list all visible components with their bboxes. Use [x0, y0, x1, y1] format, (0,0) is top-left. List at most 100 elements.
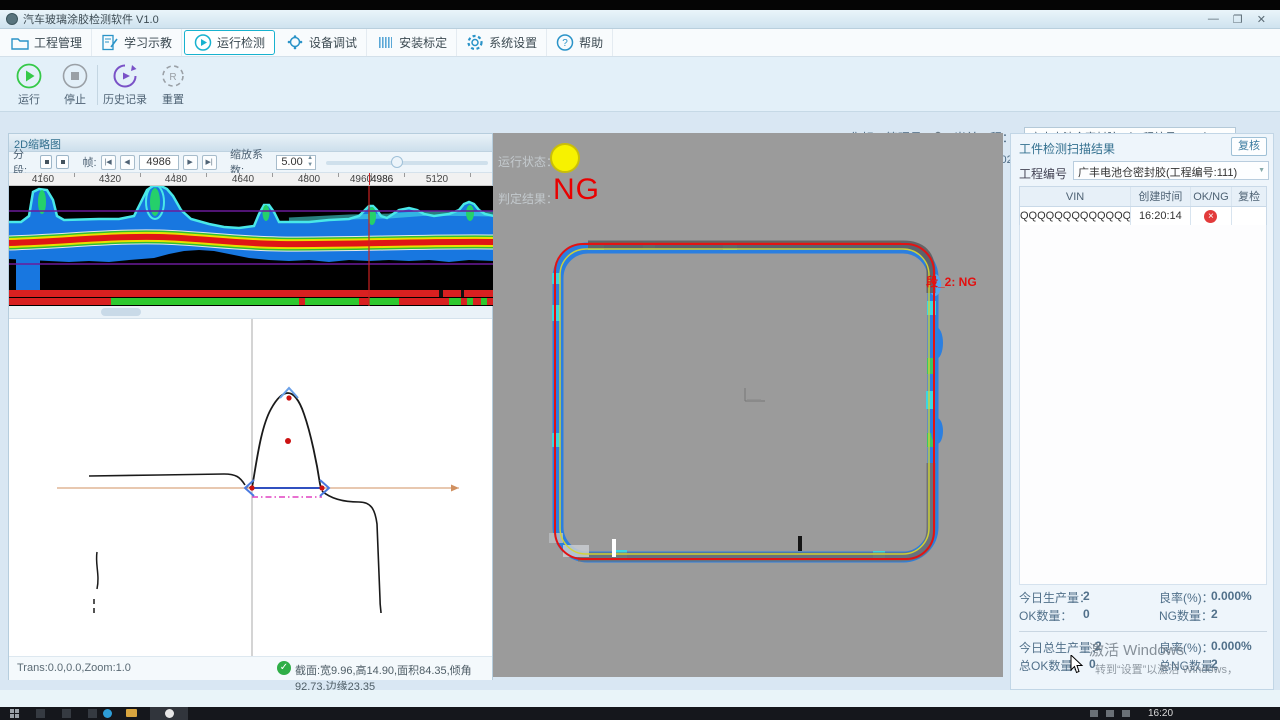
total-yield-value: 0.000%	[1211, 639, 1252, 653]
screen-top-strip	[0, 0, 1280, 10]
browser-icon[interactable]	[103, 709, 112, 718]
activate-windows-watermark-sub: 转到“设置”以激活 Windows，	[1095, 661, 1238, 677]
ruler-tick: 4480	[165, 174, 187, 185]
segment-prev-button[interactable]	[40, 155, 53, 169]
segment-result-tag: 段_2: NG	[926, 273, 977, 290]
heatmap-graphic	[9, 186, 494, 306]
frame-last-icon[interactable]: ▶|	[202, 155, 217, 170]
frame-number-input[interactable]	[139, 155, 179, 170]
project-no-value: 广丰电池仓密封胶(工程编号:111)	[1078, 167, 1237, 179]
frame-first-icon[interactable]: |◀	[101, 155, 116, 170]
reset-button[interactable]: R 重置	[150, 63, 196, 107]
col-header-time: 创建时间	[1131, 187, 1191, 206]
tray-icon[interactable]	[1090, 710, 1098, 717]
active-app-button[interactable]	[150, 707, 188, 720]
zoom-factor-spinner[interactable]: 5.00 ▲▼	[276, 155, 316, 170]
glue-trace-graphic	[493, 133, 1003, 677]
tab-label: 安装标定	[399, 34, 447, 51]
ruler-cursor-line	[369, 173, 370, 186]
review-button[interactable]: 复核	[1231, 137, 1267, 156]
tab-install-calibration[interactable]: 安装标定	[367, 29, 457, 56]
tab-label: 帮助	[579, 34, 603, 51]
taskbar-app-icon[interactable]	[36, 709, 45, 718]
tab-label: 系统设置	[489, 34, 537, 51]
zoom-factor-value: 5.00	[277, 156, 305, 168]
run-play-icon	[16, 63, 42, 89]
ok-count-value: 0	[1083, 607, 1090, 621]
frame-label: 帧:	[83, 154, 97, 170]
teach-document-icon	[101, 34, 119, 51]
today-yield-value: 0.000%	[1211, 589, 1252, 603]
run-monitor-panel[interactable]: 运行状态： 判定结果： NG 段_2: NG	[493, 133, 1003, 677]
slider-track[interactable]	[326, 161, 488, 165]
tab-teaching[interactable]: 学习示教	[92, 29, 182, 56]
run-button[interactable]: 运行	[6, 63, 52, 107]
tab-system-settings[interactable]: 系统设置	[457, 29, 547, 56]
profile-statusbar: Trans:0.0,0.0,Zoom:1.0 ✓ 截面:宽9.96,高14.90…	[9, 656, 492, 680]
activate-windows-watermark: 激活 Windows	[1089, 639, 1184, 660]
ruler-cursor-value: 4986	[371, 174, 393, 185]
check-icon: ✓	[277, 661, 291, 675]
window-titlebar: 汽车玻璃涂胶检测软件 V1.0 — ❐ ✕	[0, 10, 1280, 29]
ok-count-label: OK数量：	[1019, 607, 1072, 624]
zoom-slider[interactable]	[326, 155, 488, 169]
ng-count-value: 2	[1211, 607, 1218, 621]
tab-label: 工程管理	[34, 34, 82, 51]
history-icon	[112, 63, 138, 89]
ribbon-tabs: 工程管理 学习示教 运行检测 设备调试 安装标定 系统设置 ? 帮助	[0, 29, 1280, 57]
restore-icon[interactable]: ❐	[1233, 13, 1243, 26]
mouse-cursor	[1070, 655, 1084, 675]
ruler-tick: 4160	[32, 174, 54, 185]
action-toolbar: 运行 停止 历史记录 R 重置 你好，管理员 当前工程： 涂胶轨迹: 自动, 标…	[0, 57, 1280, 112]
table-row[interactable]: QQQQQQQQQQQQQ... 16:20:14 ×	[1020, 207, 1266, 226]
cell-review	[1232, 207, 1266, 225]
hscrollbar-thumb[interactable]	[101, 308, 141, 316]
tab-label: 学习示教	[124, 34, 172, 51]
explorer-folder-icon[interactable]	[126, 709, 137, 717]
frame-next-icon[interactable]: ▶	[183, 155, 198, 170]
cell-vin: QQQQQQQQQQQQQ...	[1020, 207, 1131, 225]
taskbar-app-icon[interactable]	[62, 709, 71, 718]
svg-text:?: ?	[562, 38, 568, 49]
col-header-vin: VIN	[1020, 187, 1131, 206]
reset-icon: R	[160, 63, 186, 89]
thumbnail-panel: 2D缩略图 分段: 帧: |◀ ◀ ▶ ▶| 缩放系数: 5.00 ▲▼ 416…	[8, 133, 493, 680]
tab-device-debug[interactable]: 设备调试	[277, 29, 367, 56]
stats-divider	[1019, 631, 1267, 632]
taskbar-clock[interactable]: 16:20	[1148, 708, 1173, 719]
table-empty-area	[1019, 225, 1267, 585]
frame-prev-icon[interactable]: ◀	[120, 155, 135, 170]
heatmap-hscrollbar[interactable]	[9, 306, 492, 319]
tab-help[interactable]: ? 帮助	[547, 29, 613, 56]
close-icon[interactable]: ✕	[1257, 13, 1266, 26]
minimize-icon[interactable]: —	[1208, 13, 1219, 26]
stop-button[interactable]: 停止	[52, 63, 98, 107]
today-yield-label: 良率(%)：	[1159, 589, 1214, 606]
start-button[interactable]	[10, 709, 19, 718]
history-button[interactable]: 历史记录	[102, 63, 148, 107]
stop-label: 停止	[64, 94, 86, 106]
project-no-select[interactable]: 广丰电池仓密封胶(工程编号:111) ▼	[1073, 161, 1269, 180]
segment-next-button[interactable]	[56, 155, 69, 169]
spinner-arrows-icon[interactable]: ▲▼	[305, 155, 315, 169]
tray-icon[interactable]	[1106, 710, 1114, 717]
play-circle-icon	[194, 34, 212, 51]
ruler-tick: 4320	[99, 174, 121, 185]
tray-icon[interactable]	[1122, 710, 1130, 717]
today-prod-label: 今日生产量：	[1019, 589, 1091, 606]
taskbar: 16:20	[0, 707, 1280, 720]
taskbar-app-icon[interactable]	[88, 709, 97, 718]
tab-run-detection[interactable]: 运行检测	[184, 30, 275, 55]
scan-heatmap-view[interactable]	[9, 186, 492, 306]
history-label: 历史记录	[103, 94, 147, 106]
robot-icon	[286, 34, 304, 51]
cross-section-view[interactable]	[9, 319, 492, 656]
tab-label: 运行检测	[217, 34, 265, 51]
frame-ruler[interactable]: 4160 4320 4480 4640 4800 4960 5120 4986	[9, 173, 492, 186]
svg-text:R: R	[169, 72, 176, 83]
col-header-okng: OK/NG	[1191, 187, 1233, 206]
tab-project-management[interactable]: 工程管理	[2, 29, 92, 56]
results-panel-title: 工件检测扫描结果	[1019, 140, 1115, 157]
run-label: 运行	[18, 94, 40, 106]
slider-thumb[interactable]	[391, 156, 403, 168]
